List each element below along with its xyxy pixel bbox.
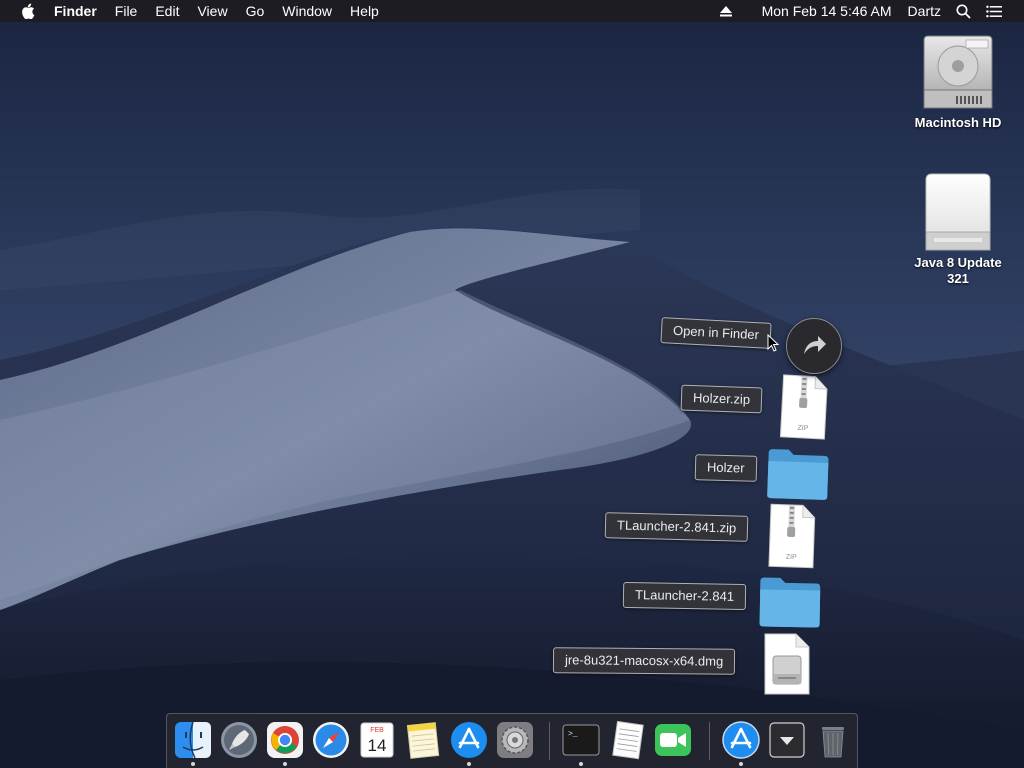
menu-help[interactable]: Help [341, 0, 388, 22]
system-preferences-icon [497, 722, 533, 758]
desktop-item-macintosh-hd[interactable]: Macintosh HD [903, 32, 1013, 131]
dock-finder[interactable] [173, 720, 213, 760]
dock-separator [549, 722, 550, 760]
dock-downloads-stack[interactable] [721, 720, 761, 760]
menu-bar: Finder File Edit View Go Window Help Mon… [0, 0, 1024, 22]
running-indicator [739, 762, 743, 766]
menubar-user[interactable]: Dartz [900, 0, 949, 22]
desktop-item-label: Macintosh HD [914, 115, 1002, 130]
folder-icon [767, 449, 829, 500]
menu-app-finder[interactable]: Finder [54, 0, 106, 22]
finder-icon [175, 721, 211, 759]
zip-file-icon: ZIP [779, 374, 828, 440]
running-indicator [579, 762, 583, 766]
dock-facetime[interactable] [653, 720, 693, 760]
stack-item-label: Holzer [694, 454, 757, 482]
app-store-icon [451, 722, 487, 758]
notification-center-icon[interactable] [986, 0, 1002, 22]
textedit-icon [612, 720, 644, 760]
dock-safari[interactable] [311, 720, 351, 760]
menu-window[interactable]: Window [273, 0, 341, 22]
folder-icon [759, 577, 821, 628]
dock: FEB 14 >_ [166, 713, 858, 768]
menu-view[interactable]: View [188, 0, 236, 22]
running-indicator [467, 762, 471, 766]
zip-icon-text: ZIP [786, 554, 797, 561]
stack-item-label: TLauncher-2.841.zip [604, 512, 749, 542]
terminal-icon: >_ [562, 724, 600, 756]
trash-icon [822, 727, 844, 758]
eject-icon[interactable] [719, 0, 734, 22]
zip-file-icon: ZIP [768, 503, 816, 569]
arrow-forward-icon [804, 336, 826, 354]
dock-calendar[interactable]: FEB 14 [357, 720, 397, 760]
dock-terminal[interactable]: >_ [561, 720, 601, 760]
stack-item-label: jre-8u321-macosx-x64.dmg [552, 647, 736, 675]
stack-item-label: TLauncher-2.841 [622, 581, 747, 611]
dock-textedit[interactable] [607, 720, 647, 760]
calendar-day: 14 [368, 736, 387, 755]
mouse-cursor-icon [767, 334, 779, 352]
dock-chrome[interactable] [265, 720, 305, 760]
dock-notes[interactable] [403, 720, 443, 760]
desktop-wallpaper [0, 0, 1024, 768]
dock-downloads-folder[interactable] [767, 720, 807, 760]
zip-icon-text: ZIP [797, 425, 809, 433]
calendar-icon: FEB 14 [360, 722, 394, 758]
spotlight-search-icon[interactable] [956, 0, 972, 22]
downloads-stack-icon [722, 721, 760, 759]
hard-drive-icon [923, 35, 993, 109]
dock-launchpad[interactable] [219, 720, 259, 760]
running-indicator [191, 762, 195, 766]
safari-icon [313, 722, 349, 758]
calendar-month: FEB [370, 727, 384, 734]
dock-system-preferences[interactable] [495, 720, 535, 760]
desktop-item-label: Java 8 Update 321 [914, 255, 1002, 286]
menubar-clock[interactable]: Mon Feb 14 5:46 AM [754, 0, 900, 22]
menu-file[interactable]: File [106, 0, 147, 22]
dock-separator [709, 722, 710, 760]
downloads-folder-icon [769, 722, 805, 758]
chrome-icon [267, 722, 303, 758]
notes-icon [406, 722, 440, 759]
menu-edit[interactable]: Edit [146, 0, 188, 22]
apple-menu-icon[interactable] [20, 0, 36, 22]
launchpad-icon [221, 722, 257, 758]
dock-app-store[interactable] [449, 720, 489, 760]
running-indicator [283, 762, 287, 766]
svg-text:>_: >_ [568, 730, 578, 739]
dock-trash[interactable] [813, 720, 853, 760]
stack-item-label: Holzer.zip [680, 384, 763, 414]
mounted-disk-image-icon [925, 173, 991, 251]
facetime-icon [655, 724, 691, 756]
desktop-item-java-installer[interactable]: Java 8 Update 321 [903, 170, 1013, 287]
menu-go[interactable]: Go [237, 0, 274, 22]
dmg-file-icon [764, 633, 810, 695]
open-in-finder-button[interactable] [786, 318, 842, 374]
